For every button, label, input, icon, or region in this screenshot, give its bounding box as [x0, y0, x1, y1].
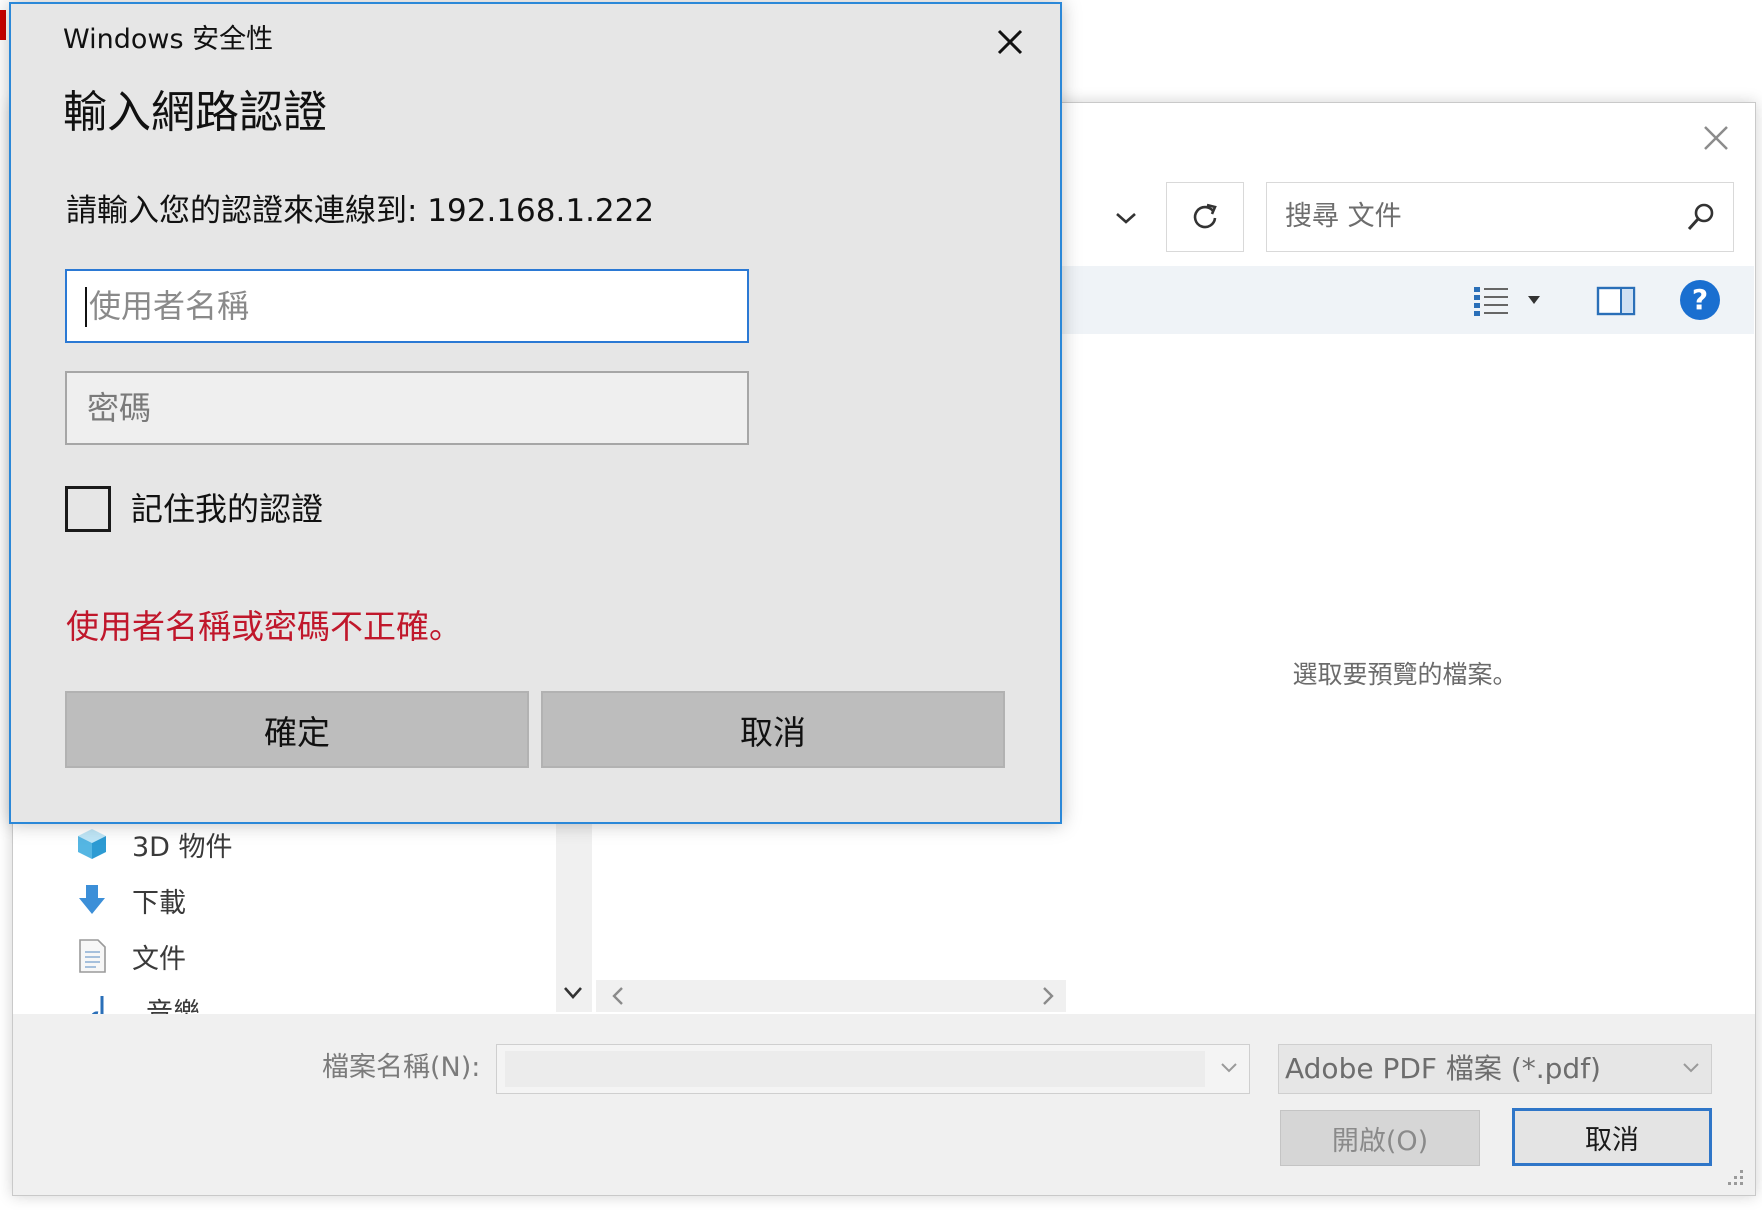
nav-item-label: 下載	[132, 887, 186, 919]
dialog-message: 請輸入您的認證來連線到: 192.168.1.222	[66, 193, 655, 229]
remember-credentials-checkbox[interactable]	[65, 486, 111, 532]
nav-item-documents[interactable]: 文件	[74, 934, 186, 978]
text-caret	[85, 287, 87, 327]
open-button[interactable]: 開啟(O)	[1280, 1110, 1480, 1166]
nav-item-label: 3D 物件	[132, 831, 233, 863]
help-icon[interactable]: ?	[1680, 280, 1720, 320]
download-arrow-icon	[79, 885, 105, 914]
filetype-select[interactable]: Adobe PDF 檔案 (*.pdf)	[1278, 1044, 1712, 1094]
document-icon	[79, 939, 106, 973]
chevron-down-icon[interactable]	[1219, 1061, 1239, 1075]
security-dialog-close-button[interactable]	[988, 20, 1032, 64]
file-dialog-close-button[interactable]	[1692, 114, 1740, 162]
nav-item-label: 文件	[132, 943, 186, 975]
scroll-down-icon[interactable]	[558, 978, 588, 1008]
file-dialog-cancel-button[interactable]: 取消	[1512, 1108, 1712, 1166]
nav-item-music[interactable]: 音樂	[88, 990, 200, 1014]
nav-item-music-clip: 音樂	[14, 990, 554, 1014]
refresh-icon	[1193, 203, 1217, 229]
search-placeholder: 搜尋 文件	[1285, 201, 1402, 232]
filetype-selected-value: Adobe PDF 檔案 (*.pdf)	[1285, 1052, 1601, 1085]
error-message: 使用者名稱或密碼不正確。	[66, 607, 462, 646]
filename-label: 檔案名稱(N):	[322, 1052, 481, 1083]
music-note-icon	[91, 996, 104, 1014]
search-box[interactable]: 搜尋 文件	[1266, 182, 1734, 252]
nav-item-label: 音樂	[146, 997, 200, 1015]
view-options-caret-icon[interactable]	[1526, 294, 1542, 306]
refresh-button[interactable]	[1166, 182, 1244, 252]
password-placeholder: 密碼	[87, 389, 152, 427]
file-list-hscrollbar[interactable]	[596, 980, 1066, 1012]
scroll-right-icon[interactable]	[1036, 984, 1060, 1008]
username-placeholder: 使用者名稱	[89, 287, 250, 325]
nav-item-downloads[interactable]: 下載	[74, 878, 186, 922]
password-field[interactable]: 密碼	[65, 371, 749, 445]
chevron-down-icon	[1116, 213, 1136, 224]
address-history-dropdown[interactable]	[1090, 184, 1162, 252]
file-dialog-toolbar	[1062, 266, 1754, 334]
cancel-button[interactable]: 取消	[541, 691, 1005, 768]
scroll-left-icon[interactable]	[606, 984, 630, 1008]
dialog-app-title: Windows 安全性	[63, 24, 274, 55]
username-field[interactable]: 使用者名稱	[65, 269, 749, 343]
ok-button[interactable]: 確定	[65, 691, 529, 768]
file-list-area[interactable]	[596, 822, 1066, 980]
remember-credentials-label[interactable]: 記住我的認證	[131, 484, 323, 534]
cube-3d-icon	[78, 829, 106, 859]
filename-input[interactable]	[505, 1051, 1205, 1087]
close-icon	[997, 29, 1023, 55]
view-details-icon[interactable]	[1472, 284, 1510, 318]
app-edge-mark	[0, 10, 6, 40]
resize-grip-icon[interactable]	[1724, 1166, 1746, 1188]
preview-placeholder-text: 選取要預覽的檔案。	[1292, 660, 1518, 689]
nav-item-3d-objects[interactable]: 3D 物件	[74, 822, 233, 866]
close-icon	[1704, 126, 1728, 150]
search-icon	[1687, 203, 1714, 231]
filename-combobox[interactable]	[496, 1044, 1250, 1094]
preview-pane-icon[interactable]	[1596, 284, 1636, 318]
dialog-heading: 輸入網路認證	[63, 87, 327, 138]
chevron-down-icon	[1683, 1063, 1699, 1073]
file-dialog-footer	[13, 1014, 1755, 1195]
